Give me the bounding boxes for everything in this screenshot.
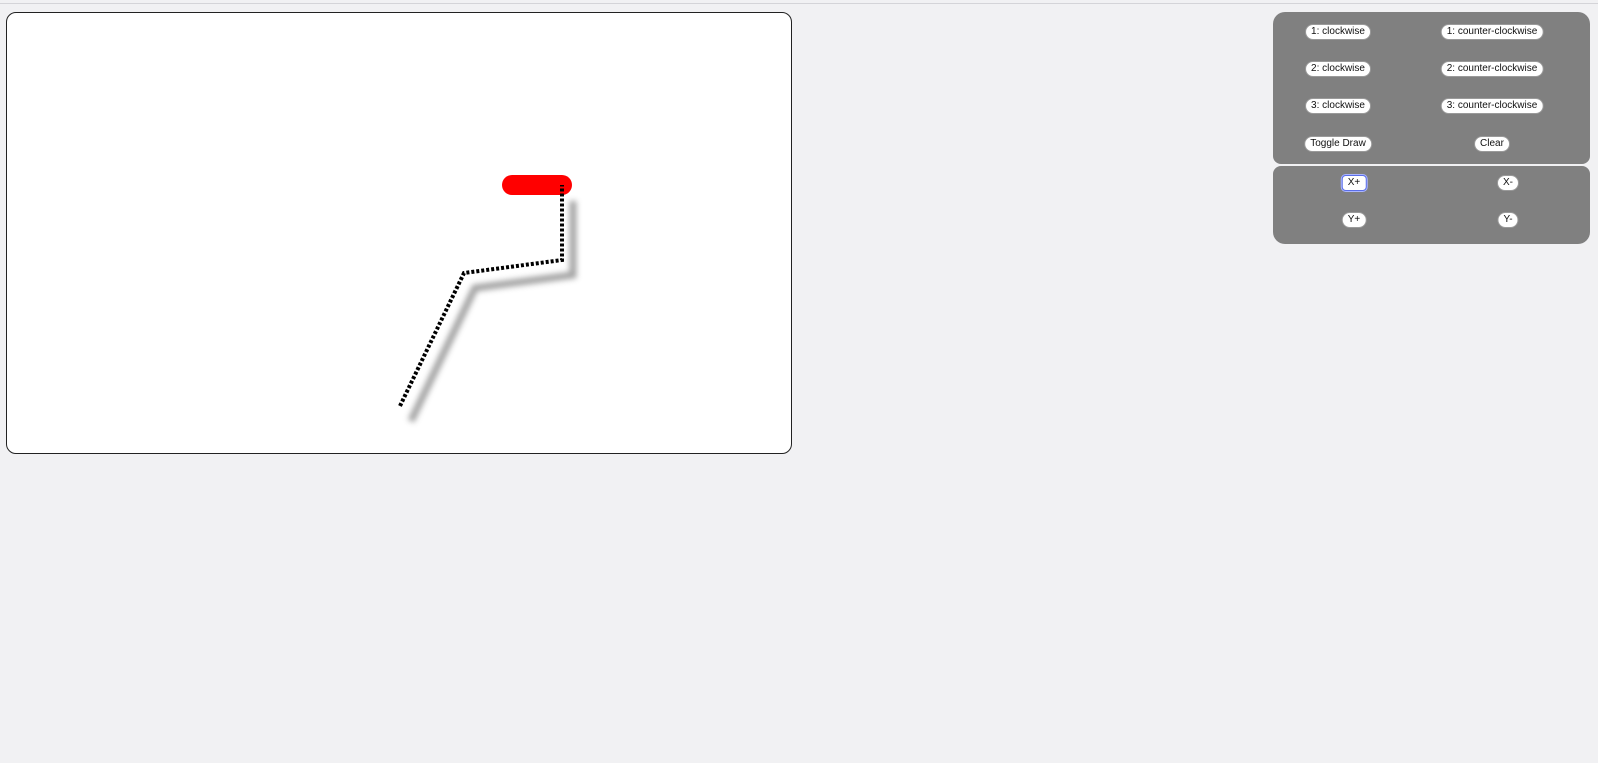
joint1-counter-clockwise-button[interactable]: 1: counter-clockwise xyxy=(1440,24,1544,40)
toggle-draw-button[interactable]: Toggle Draw xyxy=(1304,136,1372,152)
arm-segment-path xyxy=(398,185,564,407)
joint2-counter-clockwise-button[interactable]: 2: counter-clockwise xyxy=(1440,61,1544,77)
rotation-control-panel: 1: clockwise 1: counter-clockwise 2: clo… xyxy=(1273,12,1590,164)
arm-shadow xyxy=(407,201,577,423)
x-plus-button[interactable]: X+ xyxy=(1341,175,1367,191)
y-minus-button[interactable]: Y- xyxy=(1497,212,1519,228)
joint3-clockwise-button[interactable]: 3: clockwise xyxy=(1305,98,1371,114)
y-plus-button[interactable]: Y+ xyxy=(1341,212,1367,228)
move-control-panel: X+ X- Y+ Y- xyxy=(1273,166,1590,244)
top-divider xyxy=(0,3,1598,4)
joint3-counter-clockwise-button[interactable]: 3: counter-clockwise xyxy=(1440,98,1544,114)
joint2-clockwise-button[interactable]: 2: clockwise xyxy=(1305,61,1371,77)
joint1-clockwise-button[interactable]: 1: clockwise xyxy=(1305,24,1371,40)
x-minus-button[interactable]: X- xyxy=(1497,175,1519,191)
robot-arm-canvas[interactable] xyxy=(6,12,792,454)
clear-button[interactable]: Clear xyxy=(1474,136,1510,152)
arm-drawing xyxy=(398,175,577,423)
